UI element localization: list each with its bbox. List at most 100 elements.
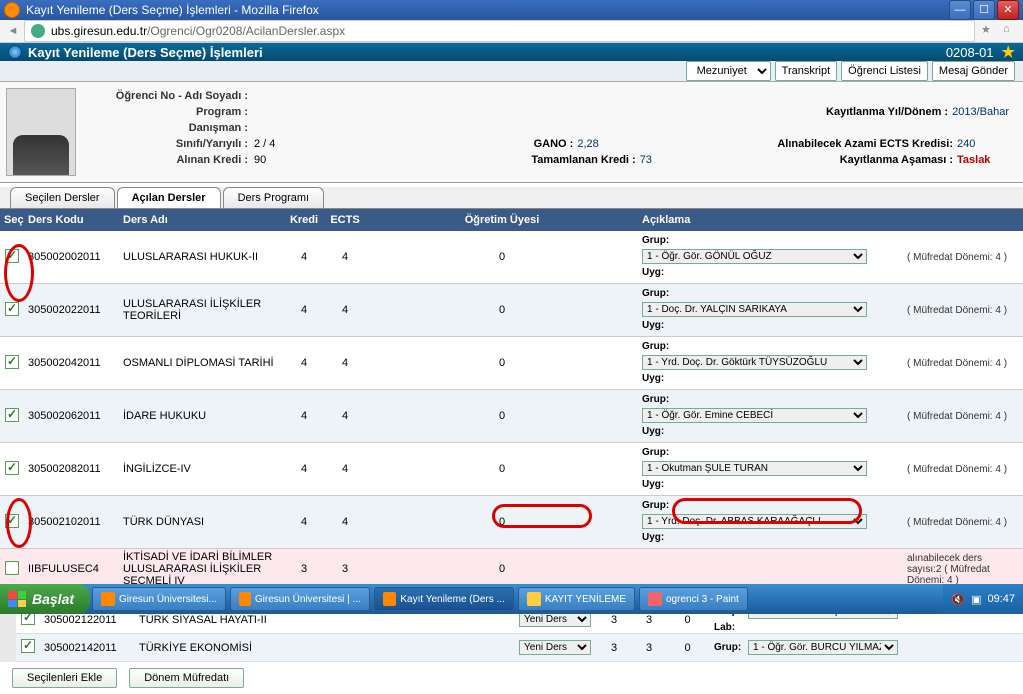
azami-value: 240 (957, 138, 1017, 150)
window-title: Kayıt Yenileme (Ders Seçme) İşlemleri - … (26, 3, 949, 17)
sinif-label: Sınıfı/Yarıyılı : (84, 138, 254, 150)
course-tabs: Seçilen Dersler Açılan Dersler Ders Prog… (0, 187, 1023, 209)
window-titlebar: Kayıt Yenileme (Ders Seçme) İşlemleri - … (0, 0, 1023, 20)
ders-adi: OSMANLI DİPLOMASİ TARİHİ (119, 355, 284, 371)
student-photo (6, 88, 76, 176)
select-checkbox[interactable] (5, 408, 19, 422)
ders-kodu: 305002082011 (24, 461, 119, 477)
select-checkbox[interactable] (5, 355, 19, 369)
tamamlanan-value: 73 (640, 154, 840, 166)
taskbar-item[interactable]: ogrenci 3 - Paint (639, 587, 748, 611)
gano-value: 2,28 (577, 138, 777, 150)
course-row: 305002022011ULUSLARARASI İLİŞKİLER TEORİ… (0, 284, 1023, 337)
favorite-star-icon[interactable]: ★ (1002, 43, 1015, 61)
mesaj-gonder-button[interactable]: Mesaj Gönder (932, 61, 1015, 81)
globe-icon (31, 24, 45, 38)
student-info-panel: Öğrenci No - Adı Soyadı : Program : Kayı… (0, 82, 1023, 183)
windows-taskbar: Başlat Giresun Üniversitesi...Giresun Ün… (0, 584, 1023, 614)
close-button[interactable]: ✕ (997, 0, 1019, 20)
course-row: 305002062011İDARE HUKUKU440Grup:1 - Öğr.… (0, 390, 1023, 443)
transkript-button[interactable]: Transkript (775, 61, 838, 81)
taskbar-item[interactable]: KAYIT YENİLEME (518, 587, 635, 611)
ders-kodu: 305002042011 (24, 355, 119, 371)
maximize-button[interactable]: ☐ (973, 0, 995, 20)
ders-adi: İNGİLİZCE-IV (119, 461, 284, 477)
ders-kodu: 305002062011 (24, 408, 119, 424)
ders-kodu: IIBFULUSEC4 (24, 561, 119, 577)
tab-acilan-dersler[interactable]: Açılan Dersler (117, 187, 221, 208)
taskbar-item[interactable]: Giresun Üniversitesi | ... (230, 587, 370, 611)
select-checkbox[interactable] (5, 514, 19, 528)
taskbar-item[interactable]: Kayıt Yenileme (Ders ... (374, 587, 514, 611)
bookmark-icon[interactable]: ★ (981, 23, 997, 39)
clock[interactable]: 09:47 (987, 593, 1015, 605)
grup-select[interactable]: 1 - Doç. Dr. YALÇIN SARIKAYA (642, 302, 867, 317)
ders-adi: TÜRK DÜNYASI (119, 514, 284, 530)
secilenleri-ekle-button[interactable]: Seçilenleri Ekle (12, 668, 117, 688)
select-checkbox[interactable] (5, 302, 19, 316)
yil-donem-label: Kayıtlanma Yıl/Dönem : (826, 106, 952, 118)
ders-kodu: 305002022011 (24, 302, 119, 318)
mezuniyet-select[interactable]: Mezuniyet (686, 61, 771, 81)
tray-icon[interactable]: 🔇 (951, 593, 965, 606)
alinan-kredi-label: Alınan Kredi : (84, 154, 254, 166)
tekrar-select[interactable]: Yeni Ders (519, 612, 591, 627)
select-checkbox[interactable] (21, 639, 35, 653)
sinif-value: 2 / 4 (254, 138, 534, 150)
firefox-icon (4, 2, 20, 18)
donem-mufredati-button[interactable]: Dönem Müfredatı (129, 668, 244, 688)
page-header: Kayıt Yenileme (Ders Seçme) İşlemleri 02… (0, 43, 1023, 61)
gano-label: GANO : (534, 138, 578, 150)
select-checkbox[interactable] (5, 249, 19, 263)
start-button[interactable]: Başlat (0, 584, 90, 614)
grid-header: Seç Ders Kodu Ders Adı Kredi ECTS Öğreti… (0, 209, 1023, 231)
yil-donem-value: 2013/Bahar (952, 106, 1017, 118)
course-row: 305002102011TÜRK DÜNYASI440Grup:1 - Yrd.… (0, 496, 1023, 549)
alinan-kredi-value: 90 (254, 154, 531, 166)
main-course-grid: Seç Ders Kodu Ders Adı Kredi ECTS Öğreti… (0, 209, 1023, 590)
asama-value: Taslak (957, 154, 1017, 166)
tab-ders-programi[interactable]: Ders Programı (223, 187, 325, 208)
sub-course-row: 305002142011TÜRKİYE EKONOMİSİYeni Ders33… (16, 634, 1023, 662)
course-row: 305002042011OSMANLI DİPLOMASİ TARİHİ440G… (0, 337, 1023, 390)
danisman-label: Danışman : (84, 122, 254, 134)
page-title: Kayıt Yenileme (Ders Seçme) İşlemleri (28, 45, 263, 60)
program-label: Program : (84, 106, 254, 118)
ders-adi: ULUSLARARASI HUKUK-II (119, 249, 284, 265)
asama-label: Kayıtlanma Aşaması : (840, 154, 957, 166)
tray-icon[interactable]: ▣ (971, 593, 981, 606)
ders-adi: İDARE HUKUKU (119, 408, 284, 424)
page-toolbar: Mezuniyet Transkript Öğrenci Listesi Mes… (0, 61, 1023, 82)
grup-select[interactable]: 1 - Yrd. Doç. Dr. ABBAS KARAAĞAÇLI (642, 514, 867, 529)
grup-select[interactable]: 1 - Öğr. Gör. Emine CEBECİ (642, 408, 867, 423)
minimize-button[interactable]: — (949, 0, 971, 20)
select-checkbox[interactable] (5, 561, 19, 575)
ders-adi: ULUSLARARASI İLİŞKİLER TEORİLERİ (119, 296, 284, 324)
ders-kodu: 305002002011 (24, 249, 119, 265)
ogrenci-listesi-button[interactable]: Öğrenci Listesi (841, 61, 928, 81)
select-checkbox[interactable] (5, 461, 19, 475)
ders-adi: İKTİSADİ VE İDARİ BİLİMLER ULUSLARARASI … (119, 549, 284, 589)
app-globe-icon (8, 45, 22, 59)
address-bar: ◄ ubs.giresun.edu.tr/Ogrenci/Ogr0208/Aci… (0, 20, 1023, 43)
student-no-label: Öğrenci No - Adı Soyadı : (84, 90, 254, 102)
tekrar-select[interactable]: Yeni Ders (519, 640, 591, 655)
ou-grup-select[interactable]: 1 - Öğr. Gör. BURCU YILMAZ ŞAHİN (748, 640, 898, 655)
course-row: 305002082011İNGİLİZCE-IV440Grup:1 - Okut… (0, 443, 1023, 496)
system-tray: 🔇 ▣ 09:47 (943, 584, 1023, 614)
azami-label: Alınabilecek Azami ECTS Kredisi: (777, 138, 957, 150)
page-code: 0208-01 (946, 45, 994, 60)
home-icon[interactable]: ⌂ (1003, 23, 1019, 39)
ders-kodu: 305002102011 (24, 514, 119, 530)
taskbar-item[interactable]: Giresun Üniversitesi... (92, 587, 226, 611)
grup-select[interactable]: 1 - Okutman ŞULE TURAN (642, 461, 867, 476)
tab-secilen-dersler[interactable]: Seçilen Dersler (10, 187, 115, 208)
grup-select[interactable]: 1 - Öğr. Gör. GÖNÜL OĞUZ (642, 249, 867, 264)
course-row: 305002002011ULUSLARARASI HUKUK-II440Grup… (0, 231, 1023, 284)
url-field[interactable]: ubs.giresun.edu.tr/Ogrenci/Ogr0208/Acila… (24, 20, 975, 42)
back-button[interactable]: ◄ (4, 22, 22, 40)
grup-select[interactable]: 1 - Yrd. Doç. Dr. Göktürk TÜYSÜZOĞLU (642, 355, 867, 370)
windows-flag-icon (8, 591, 26, 607)
action-buttons-row: Seçilenleri Ekle Dönem Müfredatı (0, 662, 1023, 694)
tamamlanan-label: Tamamlanan Kredi : (531, 154, 639, 166)
